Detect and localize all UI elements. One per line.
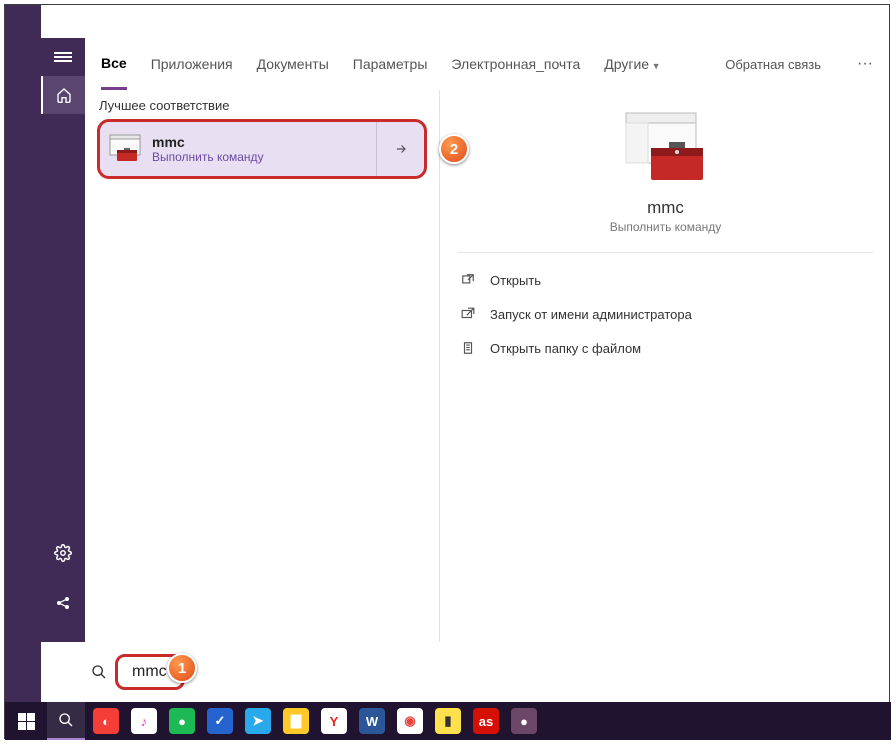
result-expand-button[interactable] bbox=[376, 122, 424, 176]
taskbar-app-todo[interactable]: ✓ bbox=[201, 702, 239, 740]
taskbar-app-lastfm[interactable]: as bbox=[467, 702, 505, 740]
tab-params[interactable]: Параметры bbox=[353, 40, 428, 88]
action-run-admin[interactable]: Запуск от имени администратора bbox=[458, 297, 873, 331]
taskbar: ◐ ♪ ● ✓ ➤ ▇ YW ◉ ▮ as ● bbox=[5, 702, 891, 740]
result-subtitle: Выполнить команду bbox=[152, 150, 264, 164]
yandex-icon: Y bbox=[321, 708, 347, 734]
tab-other[interactable]: Другие bbox=[604, 40, 660, 88]
todo-icon: ✓ bbox=[207, 708, 233, 734]
taskbar-app-pocketcasts[interactable]: ◐ bbox=[87, 702, 125, 740]
more-button[interactable]: ··· bbox=[857, 55, 873, 73]
action-run-admin-label: Запуск от имени администратора bbox=[490, 307, 692, 322]
main-area: Лучшее соответствие mmc Выполнить команд… bbox=[85, 90, 891, 642]
share-icon bbox=[55, 595, 71, 611]
spotify-icon: ● bbox=[169, 708, 195, 734]
pocketcasts-icon: ◐ bbox=[93, 708, 119, 734]
arrow-right-icon bbox=[394, 142, 408, 156]
taskbar-search-button[interactable] bbox=[47, 702, 85, 740]
action-open-folder-label: Открыть папку с файлом bbox=[490, 341, 641, 356]
preview-pane: mmc Выполнить команду Открыть Запуск от … bbox=[439, 90, 891, 642]
admin-icon bbox=[460, 307, 476, 321]
settings-button[interactable] bbox=[41, 534, 85, 572]
taskbar-app-itunes[interactable]: ♪ bbox=[125, 702, 163, 740]
hamburger-icon bbox=[54, 50, 72, 64]
action-open[interactable]: Открыть bbox=[458, 263, 873, 297]
open-icon bbox=[460, 273, 476, 287]
gear-icon bbox=[54, 544, 72, 562]
result-title: mmc bbox=[152, 134, 264, 150]
folder-icon bbox=[460, 341, 476, 355]
callout-1: 1 bbox=[167, 653, 197, 683]
action-open-folder[interactable]: Открыть папку с файлом bbox=[458, 331, 873, 365]
word-icon: W bbox=[359, 708, 385, 734]
taskbar-app-telegram[interactable]: ➤ bbox=[239, 702, 277, 740]
share-button[interactable] bbox=[41, 584, 85, 622]
search-icon bbox=[58, 712, 74, 728]
tab-email[interactable]: Электронная_почта bbox=[451, 40, 580, 88]
chrome-icon: ◉ bbox=[397, 708, 423, 734]
taskbar-app-record[interactable]: ● bbox=[505, 702, 543, 740]
record-icon: ● bbox=[511, 708, 537, 734]
window-frame: Все Приложения Документы Параметры Элект… bbox=[4, 4, 890, 739]
tab-documents[interactable]: Документы bbox=[257, 40, 329, 88]
action-list: Открыть Запуск от имени администратора О… bbox=[458, 253, 873, 365]
tab-all[interactable]: Все bbox=[101, 39, 127, 90]
section-title: Лучшее соответствие bbox=[97, 98, 427, 113]
taskbar-app-notepad2[interactable]: ▮ bbox=[429, 702, 467, 740]
taskbar-app-explorer[interactable]: ▇ bbox=[277, 702, 315, 740]
outer-purple-bar bbox=[5, 5, 41, 702]
taskbar-app-yandex[interactable]: Y bbox=[315, 702, 353, 740]
search-icon bbox=[91, 664, 109, 680]
taskbar-app-spotify[interactable]: ● bbox=[163, 702, 201, 740]
lastfm-icon: as bbox=[473, 708, 499, 734]
taskbar-app-word[interactable]: W bbox=[353, 702, 391, 740]
left-rail bbox=[41, 38, 85, 642]
search-row: mmc bbox=[85, 642, 891, 702]
mmc-result-icon bbox=[108, 132, 142, 166]
results-column: Лучшее соответствие mmc Выполнить команд… bbox=[85, 90, 439, 642]
notepad2-icon: ▮ bbox=[435, 708, 461, 734]
action-open-label: Открыть bbox=[490, 273, 541, 288]
home-button[interactable] bbox=[41, 76, 85, 114]
preview-title: mmc bbox=[647, 198, 684, 218]
callout-2: 2 bbox=[439, 134, 469, 164]
home-icon bbox=[56, 87, 72, 103]
feedback-link[interactable]: Обратная связь bbox=[725, 57, 821, 72]
itunes-icon: ♪ bbox=[131, 708, 157, 734]
tab-apps[interactable]: Приложения bbox=[151, 40, 233, 88]
preview-subtitle: Выполнить команду bbox=[610, 220, 722, 234]
tabs-bar: Все Приложения Документы Параметры Элект… bbox=[85, 38, 891, 90]
explorer-icon: ▇ bbox=[283, 708, 309, 734]
hamburger-button[interactable] bbox=[41, 38, 85, 76]
result-item-mmc[interactable]: mmc Выполнить команду bbox=[97, 119, 427, 179]
taskbar-app-chrome[interactable]: ◉ bbox=[391, 702, 429, 740]
windows-icon bbox=[18, 713, 35, 730]
preview-app-icon bbox=[621, 108, 711, 188]
start-button[interactable] bbox=[7, 702, 45, 740]
telegram-icon: ➤ bbox=[245, 708, 271, 734]
